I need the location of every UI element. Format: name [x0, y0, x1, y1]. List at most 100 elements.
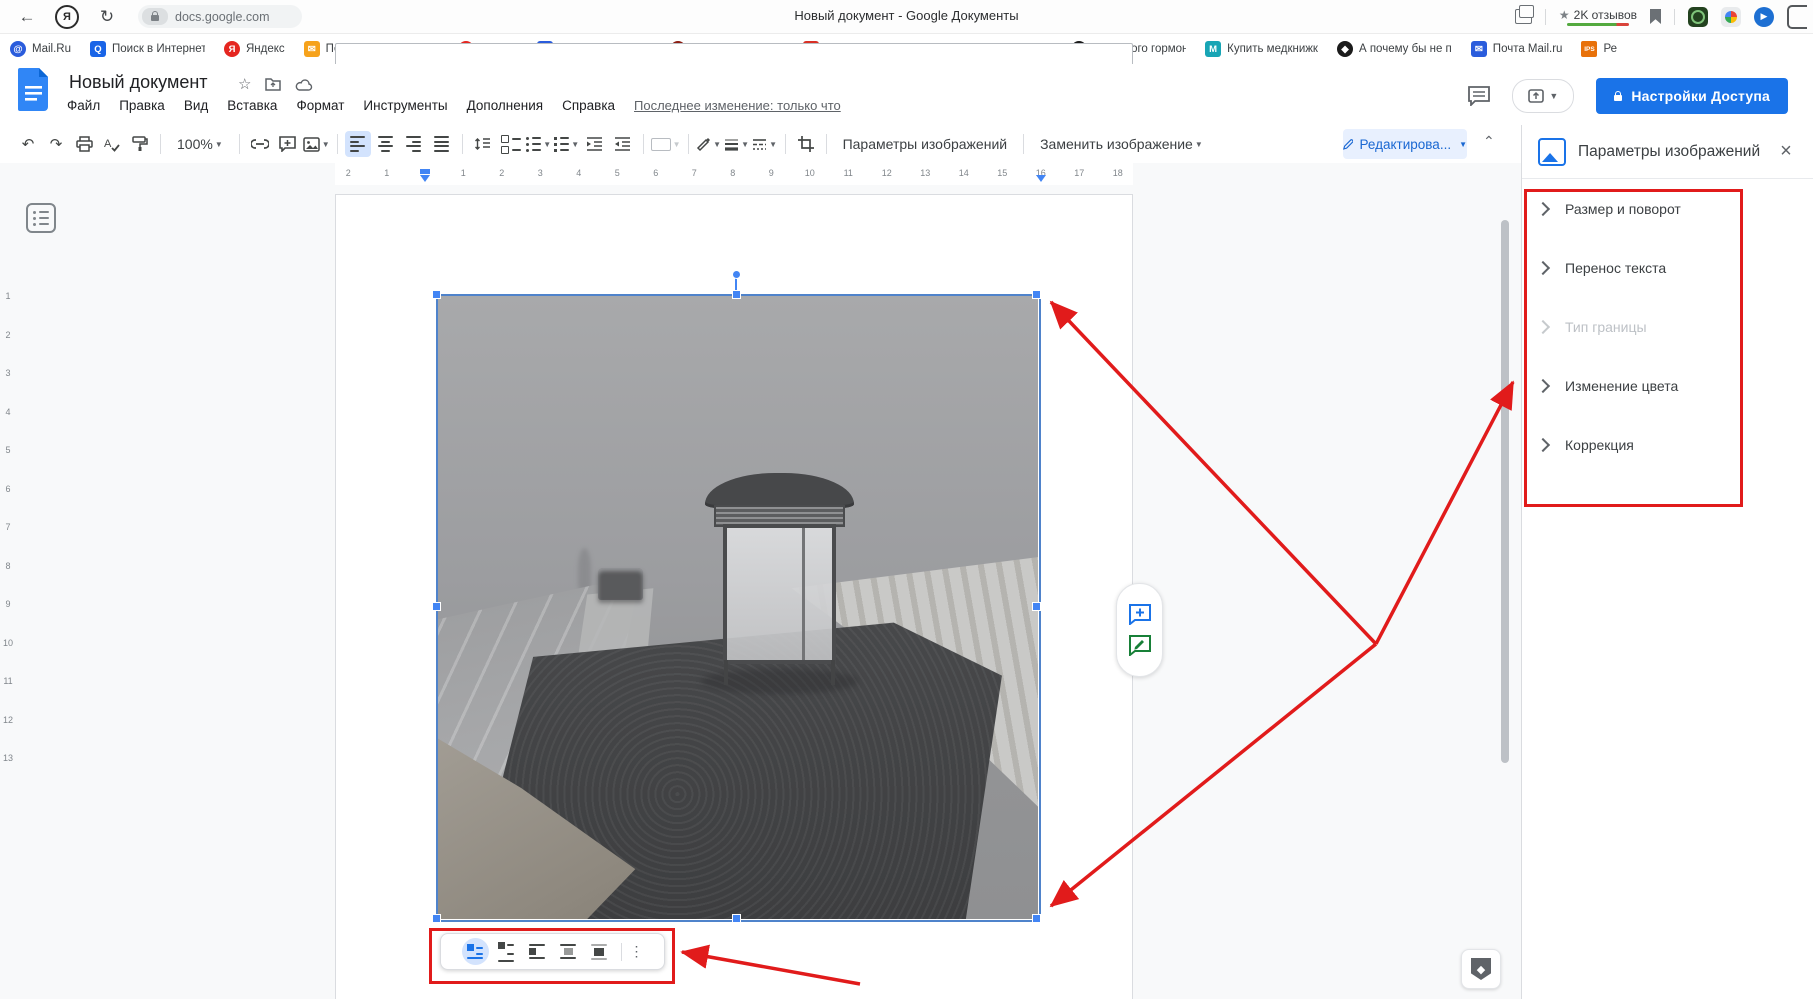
menu-item[interactable]: Правка — [119, 98, 165, 113]
document-title[interactable]: Новый документ — [69, 72, 208, 93]
panel-section-row[interactable]: Размер и поворот — [1522, 179, 1813, 238]
bookmark-item[interactable]: Q Поиск в Интернет — [90, 41, 205, 57]
bookmark-item[interactable]: Я Яндекс — [224, 41, 285, 57]
resize-handle-nw[interactable] — [432, 290, 441, 299]
extension-browser-icon[interactable] — [1721, 7, 1741, 27]
google-docs-logo[interactable] — [18, 68, 50, 111]
resize-handle-e[interactable] — [1032, 602, 1041, 611]
star-favorite-icon[interactable]: ☆ — [238, 75, 251, 93]
menu-item[interactable]: Вид — [184, 98, 208, 113]
left-indent-marker[interactable] — [420, 175, 430, 182]
behind-text-button[interactable] — [555, 938, 582, 965]
bookmark-label: Mail.Ru — [32, 43, 71, 55]
insert-image-button[interactable]: ▼ — [303, 131, 330, 157]
print-button[interactable] — [71, 131, 97, 157]
resize-handle-n[interactable] — [732, 290, 741, 299]
last-edited-link[interactable]: Последнее изменение: только что — [634, 98, 841, 113]
document-outline-button[interactable] — [26, 203, 56, 233]
justify-button[interactable] — [429, 131, 455, 157]
share-button[interactable]: Настройки Доступа — [1596, 78, 1788, 114]
insert-link-button[interactable] — [247, 131, 273, 157]
resize-handle-se[interactable] — [1032, 914, 1041, 923]
border-color-button[interactable]: ▼ — [696, 131, 722, 157]
border-dash-button[interactable]: ▼ — [752, 131, 778, 157]
replace-image-button[interactable]: Заменить изображение▼ — [1030, 131, 1213, 157]
move-folder-icon[interactable] — [265, 77, 281, 91]
crop-image-button[interactable] — [793, 131, 819, 157]
editing-mode-button[interactable]: Редактирова... ▼ — [1343, 129, 1467, 159]
wrap-inline-button[interactable] — [462, 938, 489, 965]
yandex-home-icon[interactable]: Я — [54, 4, 80, 30]
border-weight-button[interactable]: ▼ — [724, 131, 750, 157]
menu-item[interactable]: Формат — [296, 98, 344, 113]
align-left-button[interactable] — [345, 131, 371, 157]
zoom-select[interactable]: 100%▼ — [167, 131, 233, 157]
decrease-indent-button[interactable] — [582, 131, 608, 157]
bookmark-item[interactable]: @ Mail.Ru — [10, 41, 71, 57]
document-photo[interactable] — [437, 295, 1038, 919]
horizontal-ruler[interactable]: 21 123456789101112131415161718 — [0, 163, 1521, 185]
close-panel-icon[interactable]: × — [1774, 140, 1798, 163]
image-options-panel: Параметры изображений × Размер и поворот… — [1521, 125, 1813, 999]
panel-section-row[interactable]: Коррекция — [1522, 415, 1813, 474]
reload-icon[interactable]: ↻ — [94, 4, 120, 30]
menu-item[interactable]: Справка — [562, 98, 615, 113]
comment-history-icon[interactable] — [1468, 86, 1490, 106]
bookmark-flag-icon[interactable] — [1650, 9, 1661, 24]
bookmark-item[interactable]: IPS Ре — [1581, 41, 1617, 57]
panel-section-row[interactable]: Тип границы — [1522, 297, 1813, 356]
more-options-icon[interactable]: ⋮ — [630, 943, 644, 960]
extension-adblock-icon[interactable] — [1688, 7, 1708, 27]
resize-handle-sw[interactable] — [432, 914, 441, 923]
add-comment-icon[interactable] — [1129, 604, 1151, 625]
right-indent-marker[interactable] — [1036, 175, 1046, 182]
menu-item[interactable]: Файл — [67, 98, 100, 113]
address-bar[interactable]: docs.google.com — [138, 5, 302, 28]
bookmark-item[interactable]: M Купить медкнижк — [1205, 41, 1318, 57]
rotation-handle[interactable] — [732, 270, 741, 279]
bookmark-item[interactable]: ◆ А почему бы не п — [1337, 41, 1452, 57]
tabs-copy-icon[interactable] — [1515, 9, 1532, 24]
numbered-list-button[interactable]: ▼ — [554, 131, 580, 157]
resize-handle-s[interactable] — [732, 914, 741, 923]
undo-button[interactable]: ↶ — [15, 131, 41, 157]
wrap-text-button[interactable] — [493, 938, 520, 965]
bulleted-list-button[interactable]: ▼ — [526, 131, 552, 157]
image-options-button[interactable]: Параметры изображений — [833, 131, 1018, 157]
document-scrollbar[interactable] — [1501, 220, 1509, 763]
sidebar-handle-icon[interactable] — [1787, 5, 1807, 29]
input-tools-button[interactable]: ▼ — [651, 131, 681, 157]
paint-format-button[interactable] — [127, 131, 153, 157]
resize-handle-w[interactable] — [432, 602, 441, 611]
panel-section-row[interactable]: Перенос текста — [1522, 238, 1813, 297]
panel-section-row[interactable]: Изменение цвета — [1522, 356, 1813, 415]
align-center-button[interactable] — [373, 131, 399, 157]
extension-mail-agent-icon[interactable]: ▶ — [1754, 7, 1774, 27]
site-reviews-widget[interactable]: ★2K отзывов — [1559, 8, 1637, 26]
hide-menus-button[interactable]: ⌃ — [1483, 133, 1495, 150]
add-comment-button[interactable] — [275, 131, 301, 157]
break-text-button[interactable] — [524, 938, 551, 965]
line-spacing-button[interactable] — [470, 131, 496, 157]
redo-button[interactable]: ↷ — [43, 131, 69, 157]
ruler-number: 5 — [598, 168, 637, 178]
spellcheck-button[interactable]: A — [99, 131, 125, 157]
in-front-of-text-button[interactable] — [586, 938, 613, 965]
explore-button[interactable]: ◆ — [1461, 949, 1501, 989]
back-icon[interactable]: ← — [14, 4, 40, 30]
cloud-status-icon[interactable] — [295, 78, 313, 91]
increase-indent-button[interactable] — [610, 131, 636, 157]
panel-section-label: Перенос текста — [1565, 260, 1666, 276]
align-right-button[interactable] — [401, 131, 427, 157]
vertical-ruler[interactable]: 12345678910111213 — [0, 277, 16, 778]
resize-handle-ne[interactable] — [1032, 290, 1041, 299]
bookmark-item[interactable]: ✉ Почта Mail.ru — [1471, 41, 1563, 57]
checklist-button[interactable] — [498, 131, 524, 157]
present-button[interactable]: ▼ — [1512, 79, 1574, 113]
bookmark-item[interactable]: www.mail.ru — [377, 43, 439, 55]
menu-item[interactable]: Вставка — [227, 98, 277, 113]
suggest-edits-icon[interactable] — [1129, 635, 1151, 656]
first-line-indent-marker[interactable] — [420, 169, 430, 174]
menu-item[interactable]: Инструменты — [363, 98, 447, 113]
menu-item[interactable]: Дополнения — [467, 98, 543, 113]
